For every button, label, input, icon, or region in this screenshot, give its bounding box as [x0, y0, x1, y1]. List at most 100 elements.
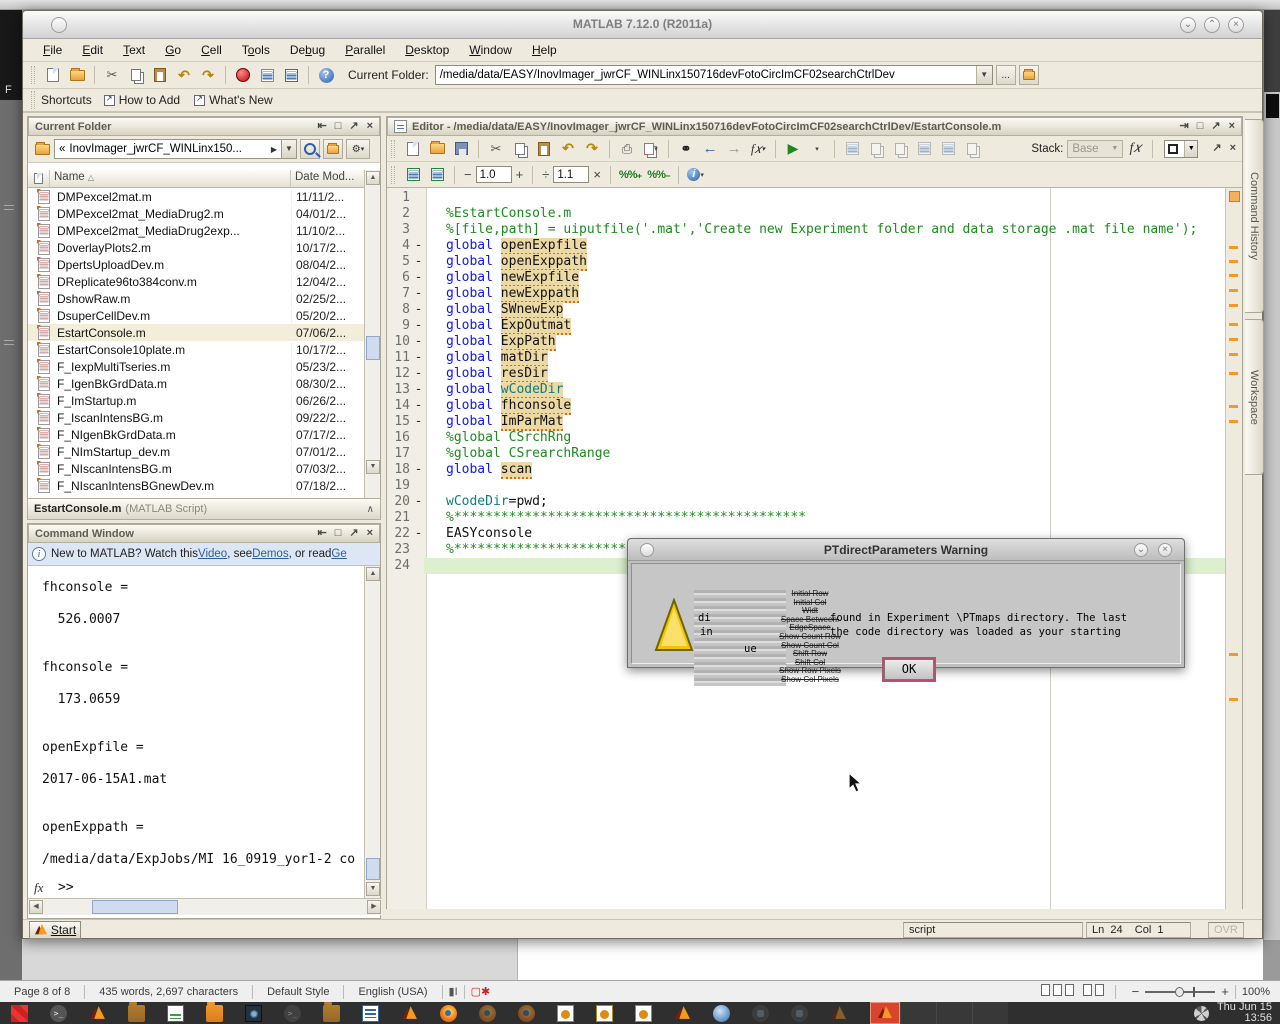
file-row[interactable]: F_NIgenBkGrdData.m07/17/2... — [28, 426, 364, 443]
open-file-button[interactable] — [426, 139, 448, 159]
forward-button[interactable]: → — [723, 139, 745, 159]
empty-task-slot[interactable] — [972, 1002, 1008, 1024]
zoom-out-icon[interactable]: − — [1132, 984, 1140, 999]
step-out-button[interactable] — [913, 139, 935, 159]
decrease-button[interactable]: − — [464, 167, 472, 182]
breadcrumb[interactable]: « InovImager_jwrCF_WINLinx150... ▶ — [54, 139, 282, 159]
menu-cell[interactable]: Cell — [191, 41, 232, 59]
help-button[interactable]: ? — [315, 65, 337, 85]
warning-tick-icon[interactable] — [1229, 323, 1238, 326]
menu-parallel[interactable]: Parallel — [335, 41, 395, 59]
new-file-button[interactable] — [402, 139, 424, 159]
taskbar-clock[interactable]: Thu Jun 15 13:56 — [1217, 1002, 1272, 1024]
insert-mode-icon[interactable]: ▮I — [449, 985, 458, 998]
open-file-button[interactable] — [66, 65, 88, 85]
code-line[interactable]: 17%global CSrearchRange — [387, 446, 1225, 462]
dock-icon[interactable]: ⇤ — [317, 121, 326, 132]
back-button[interactable]: ← — [699, 139, 721, 159]
dock-icon[interactable]: ⇤ — [317, 528, 326, 539]
current-folder-path[interactable]: /media/data/EASY/InovImager_jwrCF_WINLin… — [436, 69, 976, 81]
menu-tools[interactable]: Tools — [232, 41, 280, 59]
code-line[interactable]: 8-global SWnewExp — [387, 302, 1225, 318]
up-folder-button[interactable] — [323, 139, 343, 159]
scrollbar-thumb[interactable] — [366, 336, 380, 360]
shortcut-how-to-add[interactable]: How to Add — [104, 93, 180, 107]
taskbar-slot[interactable] — [429, 1002, 468, 1024]
dialog-titlebar[interactable]: PTdirectParameters Warning ⌄ × — [628, 539, 1184, 561]
code-text[interactable]: %global CSrearchRange — [424, 446, 1225, 462]
collapse-chevron-icon[interactable]: ∧ — [367, 504, 374, 515]
step-in-button[interactable] — [889, 139, 911, 159]
code-text[interactable]: %global CSrchRng — [424, 430, 1225, 446]
code-text[interactable]: %***************************************… — [424, 510, 1225, 526]
code-line[interactable]: 19 — [387, 478, 1225, 494]
step-button[interactable] — [865, 139, 887, 159]
code-text[interactable]: wCodeDir=pwd; — [424, 494, 1225, 510]
maximize-button[interactable]: ⌃ — [1204, 17, 1220, 33]
fx-button[interactable]: f𝑥 — [1124, 139, 1146, 159]
menu-file[interactable]: File — [33, 41, 72, 59]
command-window-header[interactable]: Command Window ⇤ □ ↗ × — [28, 524, 380, 543]
taskbar-slot[interactable] — [312, 1002, 351, 1024]
save-button[interactable] — [450, 139, 472, 159]
code-line[interactable]: 12-global resDir — [387, 366, 1225, 382]
minimize-button[interactable]: ⌄ — [1134, 543, 1148, 557]
code-line[interactable]: 11-global matDir — [387, 350, 1225, 366]
insert-cell-button[interactable] — [402, 165, 424, 185]
file-row[interactable]: DMPexcel2mat.m11/11/2... — [28, 188, 364, 205]
profiler-button[interactable] — [280, 65, 302, 85]
taskbar-slot[interactable] — [351, 1002, 390, 1024]
current-folder-header[interactable]: Current Folder ⇤ □ ↗ × — [28, 117, 380, 136]
cut-button[interactable]: ✂ — [485, 139, 507, 159]
file-row[interactable]: F_IgenBkGrdData.m08/30/2... — [28, 375, 364, 392]
current-folder-combo[interactable]: /media/data/EASY/InovImager_jwrCF_WINLin… — [435, 65, 993, 85]
code-text[interactable]: global ExpOutmat — [424, 318, 1225, 334]
warning-tick-icon[interactable] — [1229, 405, 1238, 408]
matlab-titlebar[interactable]: MATLAB 7.12.0 (R2011a) ⌄ ⌃ × — [23, 11, 1262, 39]
taskbar-slot[interactable] — [663, 1002, 702, 1024]
toolbar-grip[interactable] — [31, 66, 35, 84]
menu-text[interactable]: Text — [113, 41, 155, 59]
scroll-right-icon[interactable]: ▶ — [367, 900, 381, 914]
toolbar-grip[interactable] — [31, 91, 35, 109]
code-line[interactable]: 10-global ExpPath — [387, 334, 1225, 350]
undock-icon[interactable]: ↗ — [1211, 121, 1220, 132]
uncomment-percent-icon[interactable]: %%₋ — [647, 168, 669, 181]
maximize-icon[interactable]: □ — [335, 528, 342, 539]
value-input[interactable] — [476, 166, 512, 183]
code-text[interactable]: global matDir — [424, 350, 1225, 366]
command-prompt[interactable]: >> — [58, 880, 74, 895]
taskbar-slot[interactable] — [702, 1002, 741, 1024]
divide-input[interactable] — [553, 166, 589, 183]
code-text[interactable]: global newExppath — [424, 286, 1225, 302]
active-task-matlab[interactable] — [870, 1002, 900, 1024]
maximize-icon[interactable]: □ — [1197, 121, 1204, 132]
file-row[interactable]: DMPexcel2mat_MediaDrug2exp...11/10/2... — [28, 222, 364, 239]
view-multi-page-icon[interactable] — [1053, 984, 1077, 999]
warning-tick-icon[interactable] — [1229, 353, 1238, 356]
code-line[interactable]: 4-global openExpfile — [387, 238, 1225, 254]
search-button[interactable] — [300, 139, 320, 159]
code-text[interactable]: %[file,path] = uiputfile('.mat','Create … — [424, 222, 1225, 238]
close-icon[interactable]: × — [1229, 121, 1235, 132]
close-button[interactable]: × — [1228, 17, 1244, 33]
command-output[interactable]: fhconsole = 526.0007 fhconsole = 173.065… — [34, 566, 364, 884]
taskbar-slot[interactable] — [741, 1002, 780, 1024]
empty-task-slot[interactable] — [900, 1002, 936, 1024]
run-options-icon[interactable]: ▾ — [806, 139, 828, 159]
command-window-hscrollbar[interactable]: ◀ ▶ — [28, 898, 382, 915]
background-window-scrollbar[interactable] — [1263, 10, 1280, 940]
warning-tick-icon[interactable] — [1229, 372, 1238, 375]
up-folder-button[interactable] — [1019, 65, 1039, 85]
warning-tick-icon[interactable] — [1229, 246, 1238, 249]
taskbar-slot[interactable]: >_ — [273, 1002, 312, 1024]
code-line[interactable]: 20-wCodeDir=pwd; — [387, 494, 1225, 510]
warning-tick-icon[interactable] — [1229, 420, 1238, 423]
scrollbar-thumb[interactable] — [366, 858, 380, 880]
code-line[interactable]: 16%global CSrchRng — [387, 430, 1225, 446]
run-to-cursor-button[interactable] — [937, 139, 959, 159]
zoom-slider[interactable]: − + — [1132, 984, 1229, 999]
file-row[interactable]: F_ImStartup.m06/26/2... — [28, 392, 364, 409]
cut-button[interactable]: ✂ — [101, 65, 123, 85]
taskbar-slot[interactable] — [156, 1002, 195, 1024]
